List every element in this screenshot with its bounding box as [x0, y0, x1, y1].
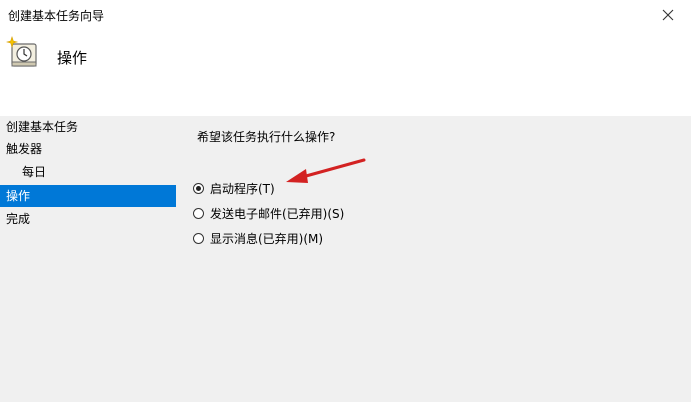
step-trigger: 触发器 [6, 142, 43, 156]
radio-display-message[interactable] [193, 232, 204, 244]
window-title: 创建基本任务向导 [8, 9, 105, 23]
step-daily: 每日 [22, 165, 47, 179]
question-label: 希望该任务执行什么操作? [197, 130, 336, 144]
option-send-email[interactable]: 发送电子邮件(已弃用)(S) [193, 203, 344, 223]
radio-selected-dot [196, 185, 201, 191]
option-display-message[interactable]: 显示消息(已弃用)(M) [193, 228, 323, 248]
option-start-program[interactable]: 启动程序(T) [193, 178, 275, 198]
radio-send-email[interactable] [193, 207, 204, 219]
page-title: 操作 [57, 49, 88, 67]
step-action: 操作 [0, 185, 176, 207]
close-button[interactable] [645, 0, 691, 30]
main-content: 希望该任务执行什么操作? 启动程序(T) 发送电子邮件(已弃用)(S) 显示消息… [180, 116, 691, 402]
annotation-arrow-icon [286, 158, 366, 183]
option-send-email-label: 发送电子邮件(已弃用)(S) [210, 206, 345, 221]
step-create-basic-task: 创建基本任务 [6, 120, 79, 134]
close-icon [662, 9, 674, 21]
wizard-header: 操作 [0, 32, 691, 116]
option-display-message-label: 显示消息(已弃用)(M) [210, 231, 324, 246]
radio-start-program[interactable] [193, 182, 204, 194]
clock-wizard-icon [6, 36, 37, 67]
option-start-program-label: 启动程序(T) [210, 181, 275, 196]
title-bar: 创建基本任务向导 [0, 0, 691, 32]
step-finish: 完成 [6, 212, 31, 226]
wizard-steps: 创建基本任务 触发器 每日 操作 完成 [0, 116, 180, 402]
